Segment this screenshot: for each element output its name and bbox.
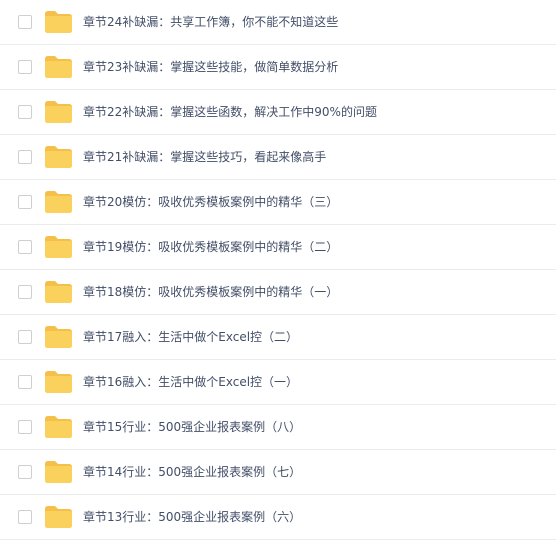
list-item[interactable]: 章节21补缺漏：掌握这些技巧，看起来像高手 [0,135,556,180]
folder-icon [45,191,72,213]
row-checkbox[interactable] [18,195,32,209]
folder-icon [45,56,72,78]
list-item[interactable]: 章节18模仿：吸收优秀模板案例中的精华（一） [0,270,556,315]
folder-icon [45,236,72,258]
folder-icon [45,461,72,483]
file-name[interactable]: 章节13行业：500强企业报表案例（六） [83,508,301,526]
list-item[interactable]: 章节13行业：500强企业报表案例（六） [0,495,556,540]
file-name[interactable]: 章节15行业：500强企业报表案例（八） [83,418,301,436]
file-name[interactable]: 章节20模仿：吸收优秀模板案例中的精华（三） [83,193,338,211]
list-item[interactable]: 章节15行业：500强企业报表案例（八） [0,405,556,450]
list-item[interactable]: 章节16融入：生活中做个Excel控（一） [0,360,556,405]
file-name[interactable]: 章节24补缺漏：共享工作簿，你不能不知道这些 [83,13,338,31]
row-checkbox[interactable] [18,465,32,479]
file-name[interactable]: 章节23补缺漏：掌握这些技能，做简单数据分析 [83,58,338,76]
row-checkbox[interactable] [18,15,32,29]
file-name[interactable]: 章节18模仿：吸收优秀模板案例中的精华（一） [83,283,338,301]
row-checkbox[interactable] [18,420,32,434]
file-name[interactable]: 章节16融入：生活中做个Excel控（一） [83,373,298,391]
row-checkbox[interactable] [18,285,32,299]
list-item[interactable]: 章节20模仿：吸收优秀模板案例中的精华（三） [0,180,556,225]
folder-icon [45,416,72,438]
file-list: 章节24补缺漏：共享工作簿，你不能不知道这些 章节23补缺漏：掌握这些技能，做简… [0,0,556,547]
row-checkbox[interactable] [18,60,32,74]
file-name[interactable]: 章节19模仿：吸收优秀模板案例中的精华（二） [83,238,338,256]
list-item[interactable]: 章节24补缺漏：共享工作簿，你不能不知道这些 [0,0,556,45]
list-item[interactable]: 章节23补缺漏：掌握这些技能，做简单数据分析 [0,45,556,90]
row-checkbox[interactable] [18,375,32,389]
folder-icon [45,506,72,528]
list-item[interactable]: 章节17融入：生活中做个Excel控（二） [0,315,556,360]
folder-icon [45,11,72,33]
list-item[interactable]: 章节19模仿：吸收优秀模板案例中的精华（二） [0,225,556,270]
folder-icon [45,281,72,303]
folder-icon [45,146,72,168]
row-checkbox[interactable] [18,240,32,254]
row-checkbox[interactable] [18,150,32,164]
list-item[interactable]: 章节14行业：500强企业报表案例（七） [0,450,556,495]
folder-icon [45,371,72,393]
folder-icon [45,101,72,123]
file-name[interactable]: 章节22补缺漏：掌握这些函数，解决工作中90%的问题 [83,103,377,121]
folder-icon [45,326,72,348]
row-checkbox[interactable] [18,510,32,524]
file-name[interactable]: 章节14行业：500强企业报表案例（七） [83,463,301,481]
row-checkbox[interactable] [18,105,32,119]
list-item[interactable]: 章节22补缺漏：掌握这些函数，解决工作中90%的问题 [0,90,556,135]
file-name[interactable]: 章节17融入：生活中做个Excel控（二） [83,328,298,346]
file-name[interactable]: 章节21补缺漏：掌握这些技巧，看起来像高手 [83,148,326,166]
row-checkbox[interactable] [18,330,32,344]
